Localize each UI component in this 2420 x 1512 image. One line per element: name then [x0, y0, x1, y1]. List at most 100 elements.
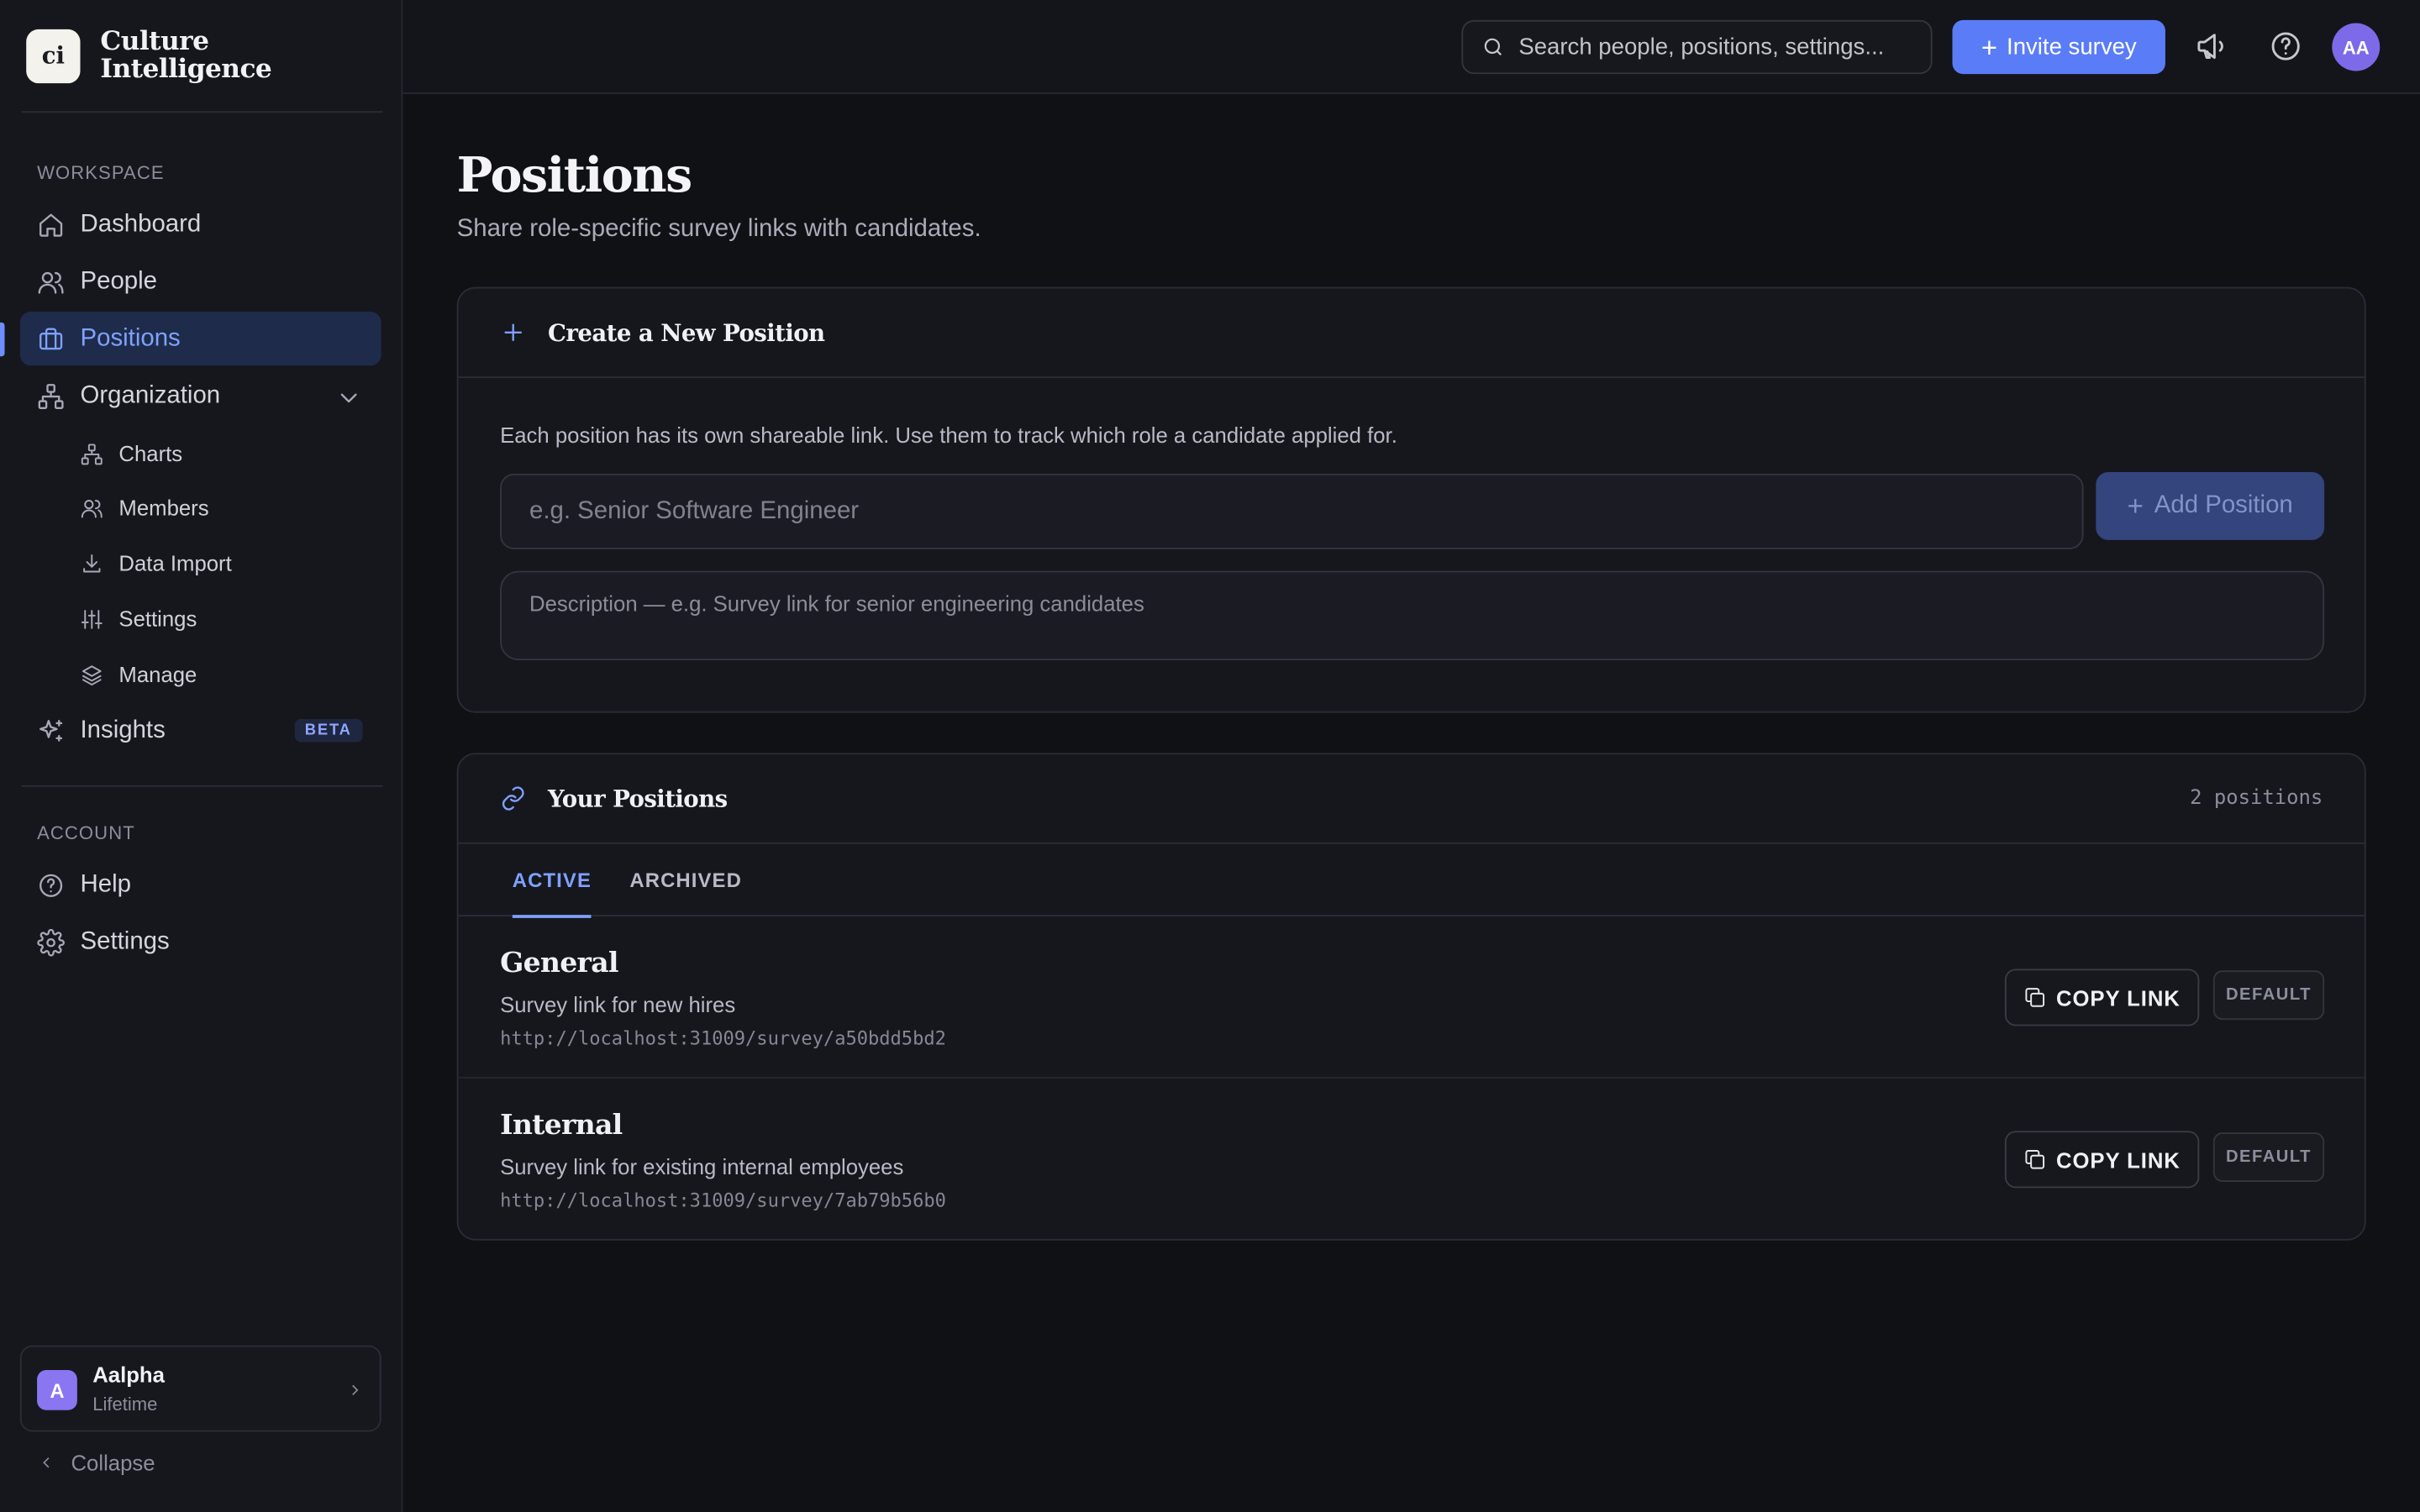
users-icon: [38, 271, 64, 293]
position-row: Internal Survey link for existing intern…: [459, 1079, 2365, 1239]
download-icon: [83, 554, 101, 572]
account-name: Aalpha: [92, 1362, 165, 1388]
positions-count: 2 positions: [2190, 786, 2323, 811]
sidebar-subitem-label: Manage: [118, 661, 197, 687]
gear-icon: [37, 928, 65, 956]
page-title: Positions: [456, 148, 693, 204]
position-name-input[interactable]: [500, 473, 2084, 549]
brand-name-line1: Culture: [100, 26, 209, 57]
collapse-label: Collapse: [71, 1450, 155, 1475]
active-indicator: [0, 322, 5, 357]
default-badge: DEFAULT: [2212, 1132, 2325, 1182]
help-circle-icon: [39, 873, 63, 896]
sidebar-item-label: Insights: [80, 717, 166, 743]
copy-icon: [2025, 1149, 2045, 1169]
position-description: Survey link for existing internal employ…: [500, 1153, 904, 1179]
add-position-label: Add Position: [2154, 491, 2293, 519]
copy-icon: [2025, 988, 2045, 1007]
org-chart-icon: [81, 443, 103, 465]
sidebar-item-people[interactable]: People: [20, 255, 381, 308]
position-row: General Survey link for new hires http:/…: [458, 916, 2365, 1079]
megaphone-icon[interactable]: [2195, 29, 2228, 63]
sidebar-subitem-manage[interactable]: Manage: [81, 651, 197, 697]
sidebar-divider: [21, 785, 383, 787]
chevron-right-icon: [352, 1384, 359, 1395]
sidebar-subitem-label: Members: [118, 495, 209, 520]
brand-logo: ci: [26, 28, 81, 83]
position-title: General: [500, 947, 618, 980]
position-title: Internal: [500, 1109, 623, 1142]
home-icon: [39, 213, 63, 236]
sidebar-subitem-label: Charts: [118, 441, 183, 466]
tab-active[interactable]: ACTIVE: [512, 844, 592, 918]
sidebar-divider: [21, 111, 383, 113]
topbar: + Invite survey AA: [402, 0, 2420, 95]
sidebar-item-organization[interactable]: Organization: [20, 369, 381, 423]
sidebar-item-help[interactable]: Help: [20, 858, 381, 911]
sparkles-icon: [39, 719, 63, 741]
sidebar-item-label: Organization: [80, 381, 221, 408]
layers-icon: [82, 664, 102, 685]
brand-name-line2: Intelligence: [100, 54, 272, 86]
page-subtitle: Share role-specific survey links with ca…: [456, 216, 981, 243]
workspace-section-label: WORKSPACE: [37, 161, 165, 184]
plus-icon: +: [1981, 31, 1998, 63]
sidebar-item-label: People: [80, 267, 158, 294]
sidebar-item-insights[interactable]: Insights BETA: [20, 704, 381, 758]
position-description: Survey link for new hires: [500, 992, 736, 1017]
account-plan: Lifetime: [92, 1393, 158, 1415]
beta-badge: BETA: [293, 718, 363, 743]
sidebar-item-label: Help: [80, 870, 131, 898]
copy-link-label: COPY LINK: [2055, 984, 2181, 1011]
search-icon: [1484, 38, 1502, 55]
invite-survey-button[interactable]: + Invite survey: [1952, 19, 2165, 75]
sidebar-item-dashboard[interactable]: Dashboard: [20, 197, 381, 251]
sidebar-subitem-members[interactable]: Members: [81, 485, 209, 531]
your-positions-title: Your Positions: [548, 784, 728, 813]
search-box[interactable]: [1461, 19, 1933, 75]
add-position-button[interactable]: + Add Position: [2096, 472, 2325, 540]
brand[interactable]: ci Culture Intelligence: [26, 28, 272, 83]
create-position-header: Create a New Position: [458, 288, 2365, 378]
copy-link-label: COPY LINK: [2055, 1147, 2181, 1172]
sidebar-subitem-charts[interactable]: Charts: [81, 430, 183, 476]
help-circle-icon[interactable]: [2269, 29, 2302, 63]
positions-tabs: ACTIVE ARCHIVED: [458, 844, 2365, 918]
sidebar-item-settings[interactable]: Settings: [20, 915, 381, 969]
search-input[interactable]: [1518, 34, 1920, 60]
account-section-label: ACCOUNT: [37, 822, 135, 844]
chevron-down-icon[interactable]: [335, 384, 363, 412]
sidebar-item-label: Positions: [80, 324, 181, 351]
create-position-card: Create a New Position Each position has …: [456, 286, 2366, 713]
link-icon: [502, 786, 524, 811]
copy-link-button[interactable]: COPY LINK: [2004, 969, 2200, 1026]
sidebar-item-label: Dashboard: [80, 210, 202, 237]
position-url: http://localhost:31009/survey/7ab79b56b0: [500, 1189, 946, 1211]
user-avatar[interactable]: AA: [2332, 23, 2381, 71]
sidebar-subitem-label: Data Import: [118, 550, 232, 576]
default-badge: DEFAULT: [2212, 970, 2325, 1021]
copy-link-button[interactable]: COPY LINK: [2004, 1131, 2200, 1189]
org-chart-icon: [38, 383, 64, 409]
users-icon: [81, 499, 103, 517]
create-position-title: Create a New Position: [548, 318, 825, 347]
app-root: ci Culture Intelligence WORKSPACE Dashbo…: [0, 0, 2420, 1512]
sidebar-item-label: Settings: [80, 927, 170, 955]
position-description-input[interactable]: [500, 570, 2325, 661]
sidebar-subitem-label: Settings: [118, 606, 197, 632]
tab-archived[interactable]: ARCHIVED: [629, 844, 742, 916]
invite-survey-label: Invite survey: [2007, 34, 2137, 60]
position-url: http://localhost:31009/survey/a50bdd5bd2: [500, 1027, 946, 1049]
sidebar-item-positions[interactable]: Positions: [19, 312, 381, 366]
create-position-help: Each position has its own shareable link…: [500, 423, 1397, 448]
plus-icon: [504, 323, 522, 342]
sidebar-subitem-settings[interactable]: Settings: [81, 596, 197, 642]
account-switcher[interactable]: A Aalpha Lifetime: [19, 1345, 381, 1432]
briefcase-icon: [39, 327, 63, 349]
collapse-sidebar-button[interactable]: Collapse: [37, 1451, 155, 1475]
sliders-icon: [81, 609, 103, 628]
sidebar: ci Culture Intelligence WORKSPACE Dashbo…: [0, 0, 403, 1512]
brand-name: Culture Intelligence: [100, 28, 271, 83]
sidebar-subitem-data-import[interactable]: Data Import: [81, 540, 232, 586]
chevron-left-icon: [43, 1457, 50, 1468]
